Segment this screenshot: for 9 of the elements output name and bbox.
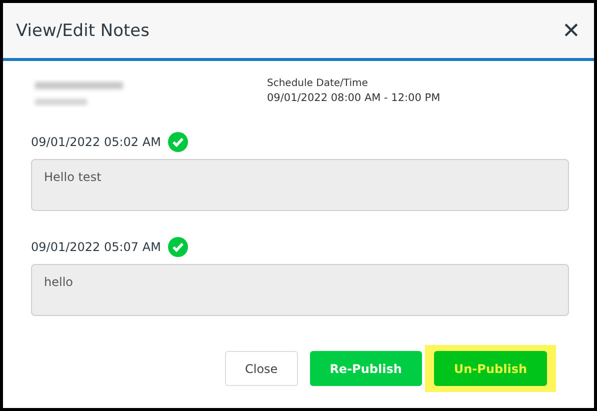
- note-text-box: Hello test: [31, 159, 569, 211]
- note-timestamp: 09/01/2022 05:07 AM: [31, 240, 161, 254]
- schedule-label: Schedule Date/Time: [267, 78, 369, 89]
- schedule-value: 09/01/2022 08:00 AM - 12:00 PM: [267, 92, 440, 104]
- close-button[interactable]: Close: [224, 351, 298, 386]
- note-timestamp: 09/01/2022 05:02 AM: [31, 135, 161, 149]
- close-button[interactable]: ✕: [562, 20, 580, 42]
- dialog-title: View/Edit Notes: [16, 20, 150, 40]
- note-text-box: hello: [31, 264, 569, 316]
